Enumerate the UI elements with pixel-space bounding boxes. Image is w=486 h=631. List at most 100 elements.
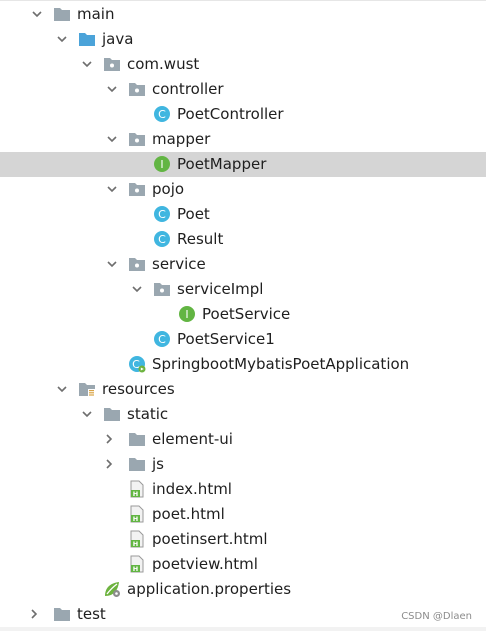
tree-item-label: SpringbootMybatisPoetApplication bbox=[152, 355, 410, 373]
tree-item-label: java bbox=[102, 30, 134, 48]
svg-text:I: I bbox=[160, 158, 163, 171]
chevron-down-icon[interactable] bbox=[81, 58, 93, 70]
html-file-icon: H bbox=[130, 555, 144, 573]
package-icon bbox=[104, 58, 120, 71]
tree-item-label: service bbox=[152, 255, 206, 273]
tree-item-label: poetinsert.html bbox=[152, 530, 268, 548]
tree-item-controller[interactable]: controller bbox=[0, 77, 486, 102]
folder-icon bbox=[129, 458, 145, 471]
interface-icon: I bbox=[154, 156, 170, 172]
tree-item-poetcontroller[interactable]: C PoetController bbox=[0, 102, 486, 127]
tree-item-label: poet.html bbox=[152, 505, 225, 523]
tree-item-static[interactable]: static bbox=[0, 402, 486, 427]
package-icon bbox=[129, 183, 145, 196]
tree-item-label: static bbox=[127, 405, 169, 423]
svg-text:H: H bbox=[133, 515, 138, 523]
tree-item-label: controller bbox=[152, 80, 224, 98]
tree-item-label: application.properties bbox=[127, 580, 292, 598]
tree-item-poet[interactable]: C Poet bbox=[0, 202, 486, 227]
folder-icon bbox=[129, 433, 145, 446]
folder-icon bbox=[54, 8, 70, 21]
tree-item-label: mapper bbox=[152, 130, 211, 148]
chevron-down-icon[interactable] bbox=[106, 83, 118, 95]
tree-item-springboot-application[interactable]: C SpringbootMybatisPoetApplication bbox=[0, 352, 486, 377]
package-icon bbox=[129, 83, 145, 96]
chevron-down-icon[interactable] bbox=[106, 183, 118, 195]
watermark-text: CSDN @Dlaen bbox=[401, 611, 472, 622]
chevron-down-icon[interactable] bbox=[131, 283, 143, 295]
spring-boot-class-icon: C bbox=[129, 356, 146, 373]
spring-properties-icon bbox=[105, 582, 120, 597]
tree-item-service[interactable]: service bbox=[0, 252, 486, 277]
tree-item-poetmapper[interactable]: I PoetMapper bbox=[0, 152, 486, 177]
tree-item-label: js bbox=[152, 455, 164, 473]
tree-item-poetinsert-html[interactable]: H poetinsert.html bbox=[0, 527, 486, 552]
class-icon: C bbox=[154, 231, 170, 247]
tree-item-mapper[interactable]: mapper bbox=[0, 127, 486, 152]
source-folder-icon bbox=[79, 33, 95, 46]
package-icon bbox=[129, 258, 145, 271]
tree-item-label: PoetController bbox=[177, 105, 284, 123]
package-icon bbox=[154, 283, 170, 296]
chevron-down-icon[interactable] bbox=[106, 258, 118, 270]
tree-item-element-ui[interactable]: element-ui bbox=[0, 427, 486, 452]
tree-item-result[interactable]: C Result bbox=[0, 227, 486, 252]
svg-text:H: H bbox=[133, 540, 138, 548]
tree-item-pojo[interactable]: pojo bbox=[0, 177, 486, 202]
bottom-strip bbox=[0, 627, 486, 631]
tree-item-poetservice1[interactable]: C PoetService1 bbox=[0, 327, 486, 352]
tree-item-main[interactable]: main bbox=[0, 2, 486, 27]
svg-text:I: I bbox=[185, 308, 188, 321]
svg-text:C: C bbox=[158, 233, 166, 246]
tree-item-label: test bbox=[77, 605, 106, 623]
chevron-down-icon[interactable] bbox=[81, 408, 93, 420]
chevron-right-icon[interactable] bbox=[103, 458, 115, 470]
tree-item-label: com.wust bbox=[127, 55, 200, 73]
svg-text:C: C bbox=[158, 108, 166, 121]
tree-item-label: pojo bbox=[152, 180, 185, 198]
folder-icon bbox=[104, 408, 120, 421]
tree-item-java[interactable]: java bbox=[0, 27, 486, 52]
tree-item-resources[interactable]: resources bbox=[0, 377, 486, 402]
class-icon: C bbox=[154, 206, 170, 222]
html-file-icon: H bbox=[130, 530, 144, 548]
tree-item-js[interactable]: js bbox=[0, 452, 486, 477]
tree-item-label: main bbox=[77, 5, 115, 23]
chevron-down-icon[interactable] bbox=[56, 33, 68, 45]
interface-icon: I bbox=[179, 306, 195, 322]
chevron-down-icon[interactable] bbox=[31, 8, 43, 20]
tree-item-com-wust[interactable]: com.wust bbox=[0, 52, 486, 77]
tree-item-label: PoetService bbox=[202, 305, 291, 323]
tree-item-poetservice[interactable]: I PoetService bbox=[0, 302, 486, 327]
chevron-right-icon[interactable] bbox=[103, 433, 115, 445]
project-tree: main java com.wust controller C PoetCont… bbox=[0, 0, 486, 631]
tree-item-label: PoetService1 bbox=[177, 330, 275, 348]
tree-item-label: serviceImpl bbox=[177, 280, 264, 298]
resources-folder-icon bbox=[79, 383, 95, 396]
svg-text:C: C bbox=[158, 208, 166, 221]
tree-item-poetview-html[interactable]: H poetview.html bbox=[0, 552, 486, 577]
tree-item-label: Poet bbox=[177, 205, 210, 223]
chevron-down-icon[interactable] bbox=[56, 383, 68, 395]
tree-item-serviceimpl[interactable]: serviceImpl bbox=[0, 277, 486, 302]
folder-icon bbox=[54, 608, 70, 621]
chevron-right-icon[interactable] bbox=[28, 608, 40, 620]
package-icon bbox=[129, 133, 145, 146]
html-file-icon: H bbox=[130, 480, 144, 498]
tree-item-label: PoetMapper bbox=[177, 155, 267, 173]
html-file-icon: H bbox=[130, 505, 144, 523]
tree-item-poet-html[interactable]: H poet.html bbox=[0, 502, 486, 527]
tree-item-label: resources bbox=[102, 380, 175, 398]
tree-item-label: Result bbox=[177, 230, 224, 248]
tree-item-label: index.html bbox=[152, 480, 232, 498]
chevron-down-icon[interactable] bbox=[106, 133, 118, 145]
tree-item-index-html[interactable]: H index.html bbox=[0, 477, 486, 502]
tree-item-application-properties[interactable]: application.properties bbox=[0, 577, 486, 602]
class-icon: C bbox=[154, 331, 170, 347]
tree-item-label: poetview.html bbox=[152, 555, 258, 573]
svg-text:C: C bbox=[158, 333, 166, 346]
tree-item-label: element-ui bbox=[152, 430, 233, 448]
svg-text:H: H bbox=[133, 490, 138, 498]
top-divider bbox=[0, 0, 486, 1]
class-icon: C bbox=[154, 106, 170, 122]
